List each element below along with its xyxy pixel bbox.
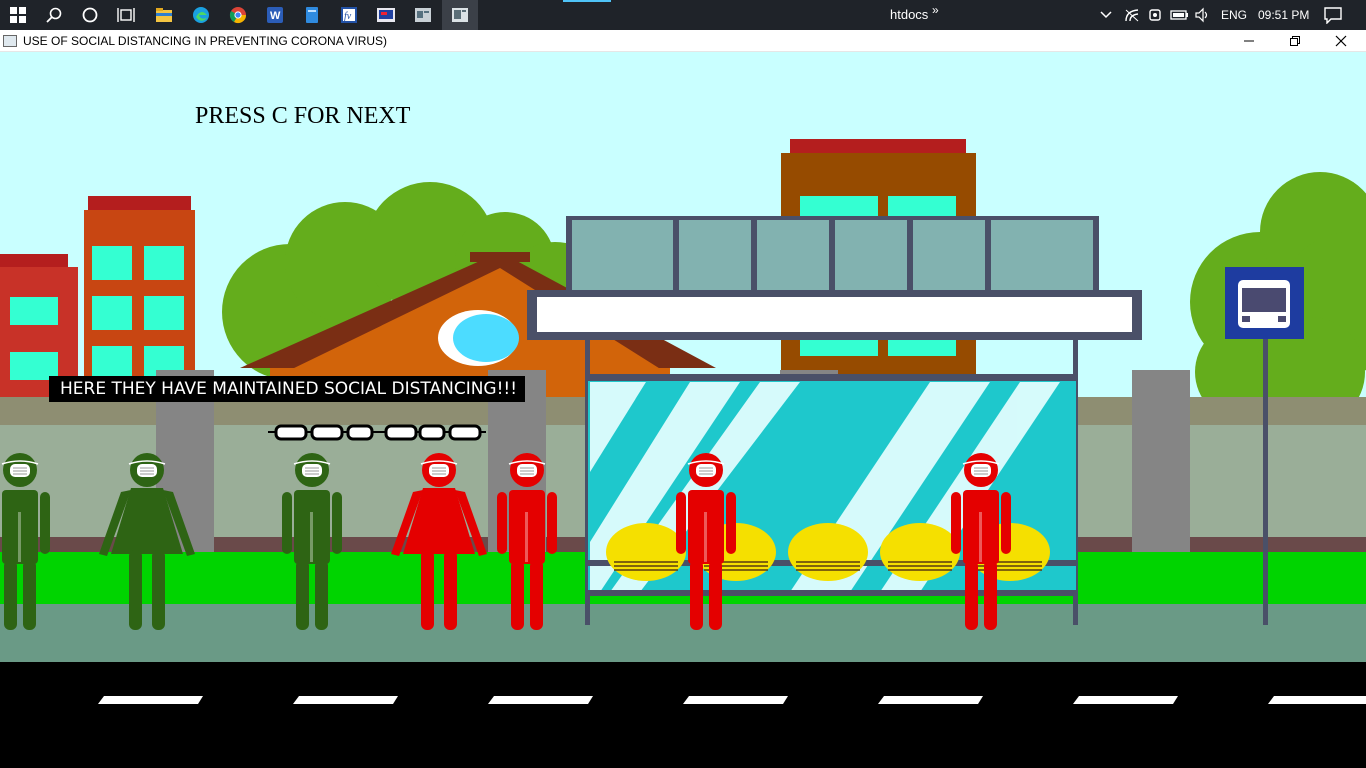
minimize-icon — [1244, 40, 1254, 42]
active-window-indicator — [563, 0, 611, 2]
scene-caption: HERE THEY HAVE MAINTAINED SOCIAL DISTANC… — [49, 376, 526, 402]
volume-icon[interactable] — [1194, 0, 1212, 30]
toolbar-folder-label[interactable]: htdocs — [890, 7, 928, 22]
meet-now-icon[interactable] — [1148, 0, 1164, 30]
chrome-icon[interactable] — [220, 0, 256, 30]
road — [0, 662, 1366, 768]
start-icon[interactable] — [0, 0, 36, 30]
word-icon[interactable]: W — [257, 0, 293, 30]
taskbar: W fv htdocs » ENG 09:51 PM — [0, 0, 1366, 30]
svg-text:W: W — [270, 10, 281, 22]
app-icon[interactable] — [368, 0, 404, 30]
battery-icon[interactable] — [1170, 0, 1190, 30]
edge-icon[interactable] — [183, 0, 219, 30]
show-hidden-icons[interactable] — [1098, 0, 1114, 30]
toolbar-overflow-icon[interactable]: » — [932, 3, 939, 17]
task-view-icon[interactable] — [108, 0, 144, 30]
search-icon[interactable] — [36, 0, 72, 30]
window-title: USE OF SOCIAL DISTANCING IN PREVENTING C… — [23, 34, 388, 48]
language-indicator[interactable]: ENG — [1221, 8, 1247, 22]
close-button[interactable] — [1318, 30, 1364, 52]
notifications-icon[interactable] — [1323, 0, 1343, 30]
app-icon[interactable]: fv — [331, 0, 367, 30]
press-c-instruction: PRESS C FOR NEXT — [195, 103, 411, 129]
wifi-icon[interactable] — [1124, 0, 1140, 30]
svg-text:fv: fv — [344, 11, 352, 22]
restore-button[interactable] — [1272, 30, 1318, 52]
clock[interactable]: 09:51 PM — [1258, 8, 1309, 22]
close-icon — [1335, 35, 1347, 47]
app-icon[interactable] — [405, 0, 441, 30]
restore-icon — [1290, 36, 1300, 46]
cortana-icon[interactable] — [72, 0, 108, 30]
pavement — [0, 604, 1366, 662]
file-explorer-icon[interactable] — [146, 0, 182, 30]
animation-canvas[interactable]: PRESS C FOR NEXT HERE THEY HAVE MAINTAIN… — [0, 52, 1366, 768]
window-app-icon — [3, 35, 17, 47]
building-left-tall — [84, 196, 195, 400]
bus-shelter — [527, 216, 1142, 625]
minimize-button[interactable] — [1226, 30, 1272, 52]
notes-icon[interactable] — [294, 0, 330, 30]
scene-graphics — [0, 52, 1366, 768]
window-title-bar: USE OF SOCIAL DISTANCING IN PREVENTING C… — [0, 30, 1366, 52]
app-icon[interactable] — [442, 0, 478, 30]
